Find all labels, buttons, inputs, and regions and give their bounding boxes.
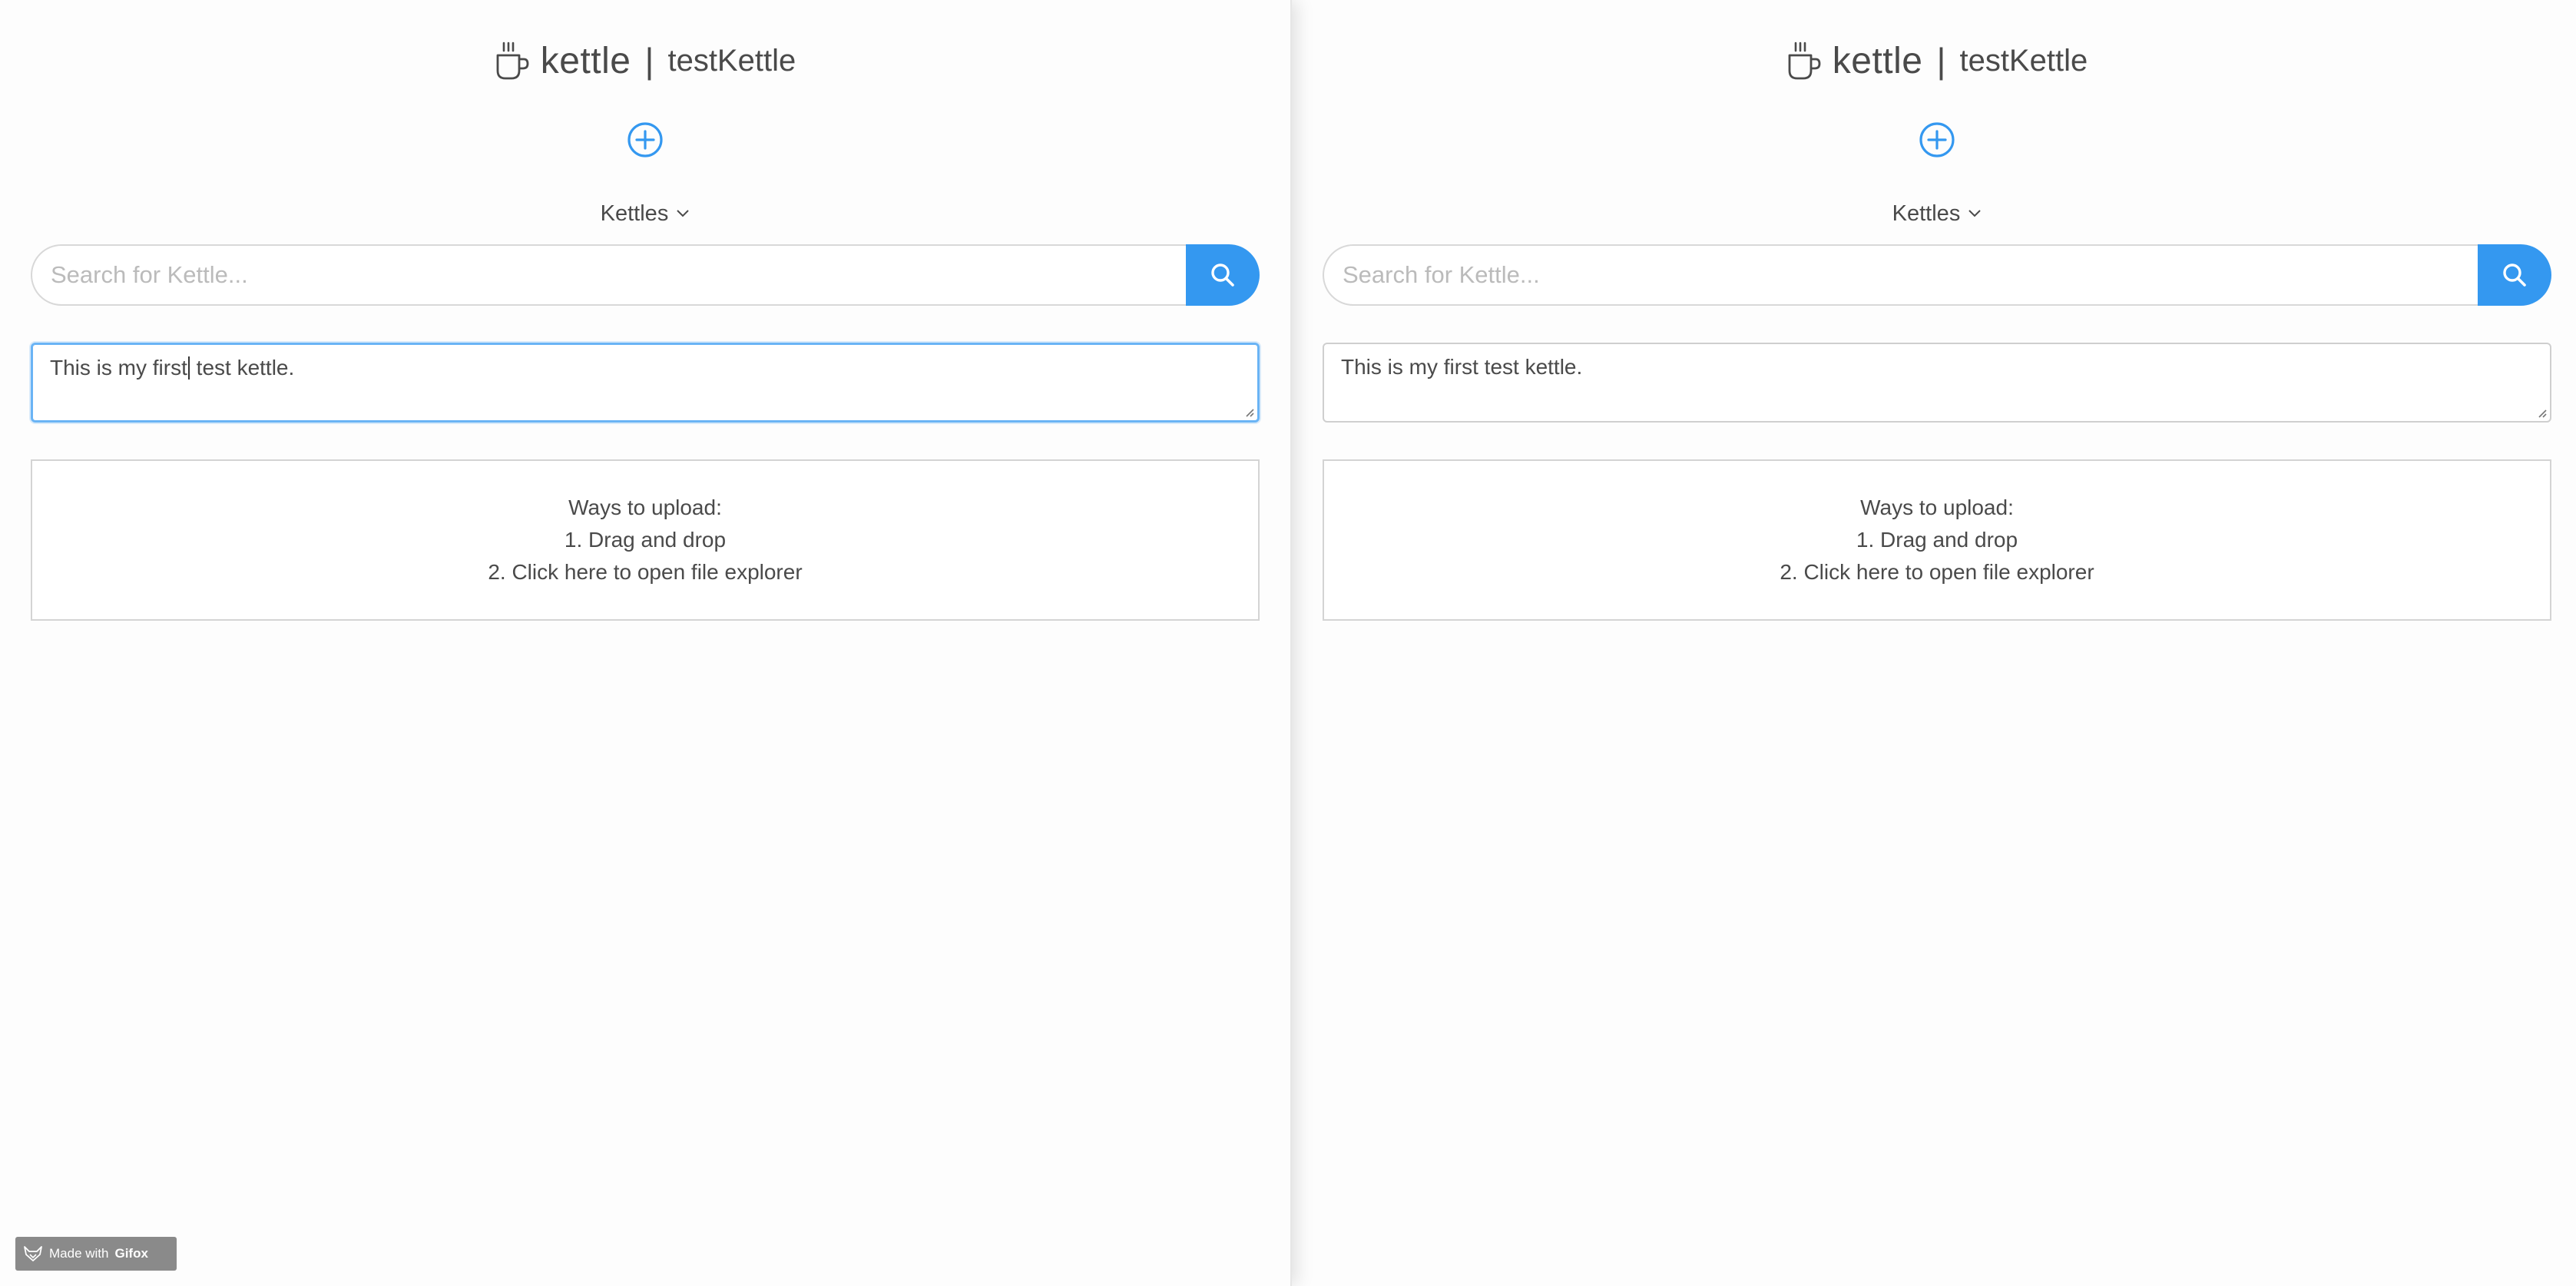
search-bar: Search for Kettle...	[31, 244, 1260, 306]
brand-name: kettle	[1832, 40, 1923, 81]
add-kettle-button[interactable]	[626, 121, 664, 159]
upload-title: Ways to upload:	[1860, 496, 2014, 519]
app-name: testKettle	[1959, 43, 2088, 78]
window-separator	[1290, 0, 1292, 1286]
watermark-brand: Gifox	[114, 1246, 148, 1261]
right-window: kettle | testKettle Kettles Search for K…	[1292, 0, 2576, 1286]
dropdown-label: Kettles	[600, 201, 669, 226]
header-divider: |	[1936, 41, 1946, 81]
textarea-text-after-caret: test kettle.	[190, 356, 295, 380]
upload-option-drag: 1. Drag and drop	[1856, 528, 2018, 552]
search-placeholder: Search for Kettle...	[1343, 261, 1540, 288]
add-kettle-button[interactable]	[1918, 121, 1956, 159]
resize-handle-icon[interactable]	[2535, 406, 2547, 418]
search-bar: Search for Kettle...	[1323, 244, 2551, 306]
chevron-down-icon	[1968, 210, 1982, 217]
file-upload-dropzone[interactable]: Ways to upload: 1. Drag and drop 2. Clic…	[31, 459, 1260, 621]
upload-option-explorer: 2. Click here to open file explorer	[488, 560, 803, 584]
app-header: kettle | testKettle	[1323, 37, 2551, 85]
dropdown-label: Kettles	[1892, 201, 1961, 226]
upload-title: Ways to upload:	[568, 496, 722, 519]
kettles-dropdown[interactable]: Kettles	[1323, 197, 2551, 230]
coffee-cup-icon	[495, 40, 530, 81]
plus-circle-icon	[1919, 122, 1955, 157]
search-icon	[2503, 263, 2526, 287]
screen: kettle | testKettle Kettles Search for K…	[0, 0, 2576, 1286]
search-button[interactable]	[2478, 244, 2551, 306]
left-window: kettle | testKettle Kettles Search for K…	[0, 0, 1290, 1286]
textarea-text-before-caret: This is my first	[50, 356, 187, 380]
textarea-text: This is my first test kettle.	[1341, 355, 1583, 379]
file-upload-dropzone[interactable]: Ways to upload: 1. Drag and drop 2. Clic…	[1323, 459, 2551, 621]
gifox-watermark: Made with Gifox	[15, 1237, 177, 1271]
search-input[interactable]: Search for Kettle...	[31, 244, 1186, 306]
header-divider: |	[644, 41, 654, 81]
fox-icon	[24, 1246, 42, 1261]
app-header: kettle | testKettle	[31, 37, 1260, 85]
search-placeholder: Search for Kettle...	[51, 261, 248, 288]
watermark-prefix: Made with	[49, 1246, 109, 1261]
app-name: testKettle	[667, 43, 796, 78]
description-textarea[interactable]: This is my first test kettle.	[1323, 343, 2551, 423]
resize-handle-icon[interactable]	[1242, 405, 1254, 417]
upload-option-drag: 1. Drag and drop	[564, 528, 727, 552]
description-textarea[interactable]: This is my first test kettle.	[31, 343, 1260, 423]
search-icon	[1211, 263, 1234, 287]
brand-name: kettle	[540, 40, 631, 81]
search-input[interactable]: Search for Kettle...	[1323, 244, 2478, 306]
upload-option-explorer: 2. Click here to open file explorer	[1780, 560, 2094, 584]
kettles-dropdown[interactable]: Kettles	[31, 197, 1260, 230]
plus-circle-icon	[627, 122, 663, 157]
text-caret	[187, 356, 190, 380]
coffee-cup-icon	[1786, 40, 1822, 81]
search-button[interactable]	[1186, 244, 1260, 306]
chevron-down-icon	[677, 210, 690, 217]
